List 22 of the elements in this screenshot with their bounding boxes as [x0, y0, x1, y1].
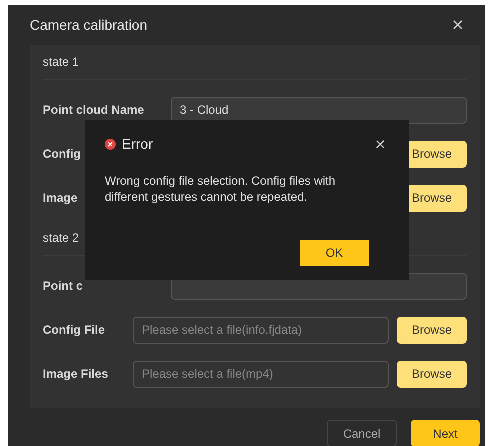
- browse-button[interactable]: Browse: [397, 316, 467, 344]
- input-field[interactable]: 3 - Cloud: [171, 96, 467, 124]
- next-button[interactable]: Next: [411, 420, 480, 446]
- field-label: Image: [43, 191, 78, 205]
- dialog-title: Error: [122, 135, 154, 154]
- field-label: Config: [43, 147, 81, 161]
- ok-button[interactable]: OK: [300, 240, 369, 266]
- error-icon: [105, 139, 116, 150]
- input-field[interactable]: Please select a file(info.fjdata): [133, 316, 389, 344]
- field-label: Config File: [43, 323, 105, 337]
- error-message: Wrong config file selection. Config files with different gestures cannot be repeated.: [105, 173, 337, 205]
- field-label: Image Files: [43, 367, 108, 381]
- field-label: Point cloud Name: [43, 103, 144, 117]
- close-icon[interactable]: [376, 140, 385, 149]
- close-icon[interactable]: [453, 20, 463, 30]
- section-heading: state 2: [43, 231, 80, 245]
- field-label: Point c: [43, 279, 84, 293]
- cancel-button[interactable]: Cancel: [327, 420, 397, 446]
- browse-button[interactable]: Browse: [397, 360, 467, 388]
- input-field[interactable]: Please select a file(mp4): [133, 360, 389, 388]
- section-heading: state 1: [43, 55, 80, 69]
- window-title: Camera calibration: [30, 16, 148, 34]
